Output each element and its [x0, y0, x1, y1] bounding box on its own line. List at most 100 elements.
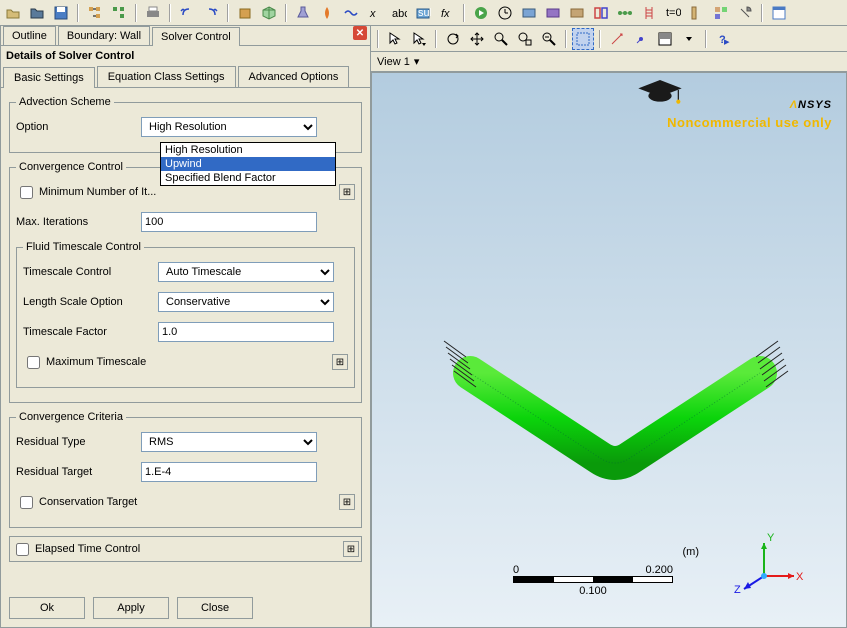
svg-text:abc: abc: [392, 8, 407, 20]
timescale-control-label: Timescale Control: [23, 266, 158, 278]
convergence-criteria-legend: Convergence Criteria: [16, 411, 126, 423]
shade-dropdown-icon[interactable]: [678, 28, 700, 50]
point-icon[interactable]: [630, 28, 652, 50]
length-scale-label: Length Scale Option: [23, 296, 158, 308]
view-dropdown-icon: ▾: [414, 55, 420, 68]
abc-icon[interactable]: abc: [388, 2, 410, 24]
length-scale-select[interactable]: Conservative: [158, 292, 334, 312]
cube-icon[interactable]: [258, 2, 280, 24]
svg-text:fx: fx: [441, 8, 450, 20]
view-title-bar[interactable]: View 1 ▾: [371, 52, 847, 72]
window-icon[interactable]: [768, 2, 790, 24]
t10-icon[interactable]: t=0: [662, 2, 684, 24]
scale-unit: (m): [683, 546, 700, 558]
subtab-advanced-options[interactable]: Advanced Options: [238, 66, 350, 87]
ansys-logo: ΛNSYS Noncommercial use only: [667, 83, 832, 130]
timescale-factor-label: Timescale Factor: [23, 326, 158, 338]
svg-text:▸: ▸: [724, 36, 730, 47]
sub-tabs: Basic Settings Equation Class Settings A…: [1, 66, 370, 88]
save-icon[interactable]: [50, 2, 72, 24]
min-iterations-label: Minimum Number of It...: [39, 186, 156, 198]
residual-type-select[interactable]: RMS: [141, 432, 317, 452]
tree-icon[interactable]: [84, 2, 106, 24]
ok-button[interactable]: Ok: [9, 597, 85, 619]
residual-target-label: Residual Target: [16, 466, 141, 478]
ruler-icon[interactable]: [686, 2, 708, 24]
tool-box-icon[interactable]: [234, 2, 256, 24]
redo-icon[interactable]: [200, 2, 222, 24]
rotate-icon[interactable]: [442, 28, 464, 50]
x-icon[interactable]: x: [364, 2, 386, 24]
residual-target-input[interactable]: [141, 462, 317, 482]
box2-icon[interactable]: [542, 2, 564, 24]
scale-value-1: 0.100: [579, 585, 607, 597]
help-icon[interactable]: ?▸: [712, 28, 734, 50]
dropdown-item-high-resolution[interactable]: High Resolution: [161, 143, 335, 157]
svg-text:sub: sub: [418, 7, 431, 19]
shade-icon[interactable]: [654, 28, 676, 50]
svg-text:X: X: [796, 571, 804, 583]
form-area: Advection Scheme Option High Resolution …: [1, 88, 370, 589]
convergence-control-legend: Convergence Control: [16, 161, 126, 173]
view-toolbar: ?▸: [371, 26, 847, 52]
elapsed-time-checkbox[interactable]: [16, 543, 29, 556]
tab-solver-control[interactable]: Solver Control: [152, 27, 240, 46]
tree2-icon[interactable]: [108, 2, 130, 24]
close-button[interactable]: Close: [177, 597, 253, 619]
box1-icon[interactable]: [518, 2, 540, 24]
dropdown-item-specified-blend[interactable]: Specified Blend Factor: [161, 171, 335, 185]
fit-icon[interactable]: [538, 28, 560, 50]
max-iterations-input[interactable]: [141, 212, 317, 232]
pan-icon[interactable]: [466, 28, 488, 50]
tab-boundary[interactable]: Boundary: Wall: [58, 26, 150, 45]
residual-type-label: Residual Type: [16, 436, 141, 448]
min-iterations-checkbox[interactable]: [20, 186, 33, 199]
elapsed-time-expand[interactable]: ⊞: [343, 541, 359, 557]
go-icon[interactable]: [470, 2, 492, 24]
subtab-basic-settings[interactable]: Basic Settings: [3, 67, 95, 88]
max-timescale-checkbox[interactable]: [27, 356, 40, 369]
min-iterations-expand[interactable]: ⊞: [339, 184, 355, 200]
folder-icon[interactable]: [26, 2, 48, 24]
select-mode-icon[interactable]: [572, 28, 594, 50]
zoom-box-icon[interactable]: [514, 28, 536, 50]
flame-icon[interactable]: [316, 2, 338, 24]
tab-outline[interactable]: Outline: [3, 26, 56, 45]
fx-icon[interactable]: fx: [436, 2, 458, 24]
zoom-icon[interactable]: [490, 28, 512, 50]
box3-icon[interactable]: [566, 2, 588, 24]
net-icon[interactable]: [614, 2, 636, 24]
cursor-dropdown-icon[interactable]: [408, 28, 430, 50]
view-title-text: View 1: [377, 56, 410, 68]
top-tabs: Outline Boundary: Wall Solver Control ✕: [1, 26, 370, 46]
max-timescale-expand[interactable]: ⊞: [332, 354, 348, 370]
timescale-control-select[interactable]: Auto Timescale: [158, 262, 334, 282]
option-select[interactable]: High Resolution: [141, 117, 317, 137]
conservation-target-expand[interactable]: ⊞: [339, 494, 355, 510]
left-panel: Outline Boundary: Wall Solver Control ✕ …: [0, 26, 371, 628]
link-icon[interactable]: [590, 2, 612, 24]
print-icon[interactable]: [142, 2, 164, 24]
fluid-timescale-legend: Fluid Timescale Control: [23, 241, 144, 253]
dropdown-item-upwind[interactable]: Upwind: [161, 157, 335, 171]
close-tab-icon[interactable]: ✕: [353, 26, 367, 40]
wrench-icon[interactable]: [734, 2, 756, 24]
open-icon[interactable]: [2, 2, 24, 24]
cursor-icon[interactable]: [384, 28, 406, 50]
wave-icon[interactable]: [340, 2, 362, 24]
undo-icon[interactable]: [176, 2, 198, 24]
apply-button[interactable]: Apply: [93, 597, 169, 619]
scale-value-0: 0: [513, 564, 519, 576]
svg-text:x: x: [369, 8, 376, 20]
bottom-buttons: Ok Apply Close: [1, 589, 370, 627]
vector-icon[interactable]: [606, 28, 628, 50]
viewport-3d[interactable]: ΛNSYS Noncommercial use only: [371, 72, 847, 628]
timescale-factor-input[interactable]: [158, 322, 334, 342]
ladder-icon[interactable]: [638, 2, 660, 24]
clock-icon[interactable]: [494, 2, 516, 24]
sub-icon[interactable]: sub: [412, 2, 434, 24]
struct-icon[interactable]: [710, 2, 732, 24]
subtab-equation-class[interactable]: Equation Class Settings: [97, 66, 236, 87]
conservation-target-checkbox[interactable]: [20, 496, 33, 509]
flask-icon[interactable]: [292, 2, 314, 24]
